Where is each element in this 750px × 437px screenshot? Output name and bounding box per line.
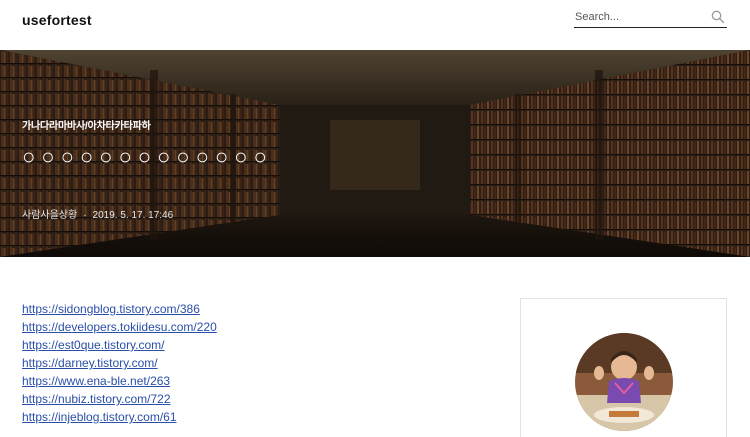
post-link[interactable]: https://developers.tokiidesu.com/220	[22, 320, 217, 334]
post-title: ○○○○○○○○○○○○○	[22, 144, 273, 169]
blog-title[interactable]: usefortest	[22, 12, 92, 28]
list-item: https://nubiz.tistory.com/722	[22, 390, 217, 408]
post-link-list: https://sidongblog.tistory.com/386 https…	[22, 300, 217, 426]
profile-photo-image	[575, 333, 673, 431]
list-item: https://est0que.tistory.com/	[22, 336, 217, 354]
site-header: usefortest	[0, 0, 750, 50]
post-meta: 사람사을상황 · 2019. 5. 17. 17:46	[22, 206, 173, 221]
list-item: https://injeblog.tistory.com/61	[22, 408, 217, 426]
post-link[interactable]: https://www.ena-ble.net/263	[22, 374, 170, 388]
post-link[interactable]: https://nubiz.tistory.com/722	[22, 392, 171, 406]
search-input[interactable]	[574, 8, 704, 26]
list-item: https://developers.tokiidesu.com/220	[22, 318, 217, 336]
list-item: https://darney.tistory.com/	[22, 354, 217, 372]
search-icon[interactable]	[711, 10, 725, 24]
search-box	[574, 8, 727, 28]
sidebar-profile-box	[520, 298, 727, 437]
post-link[interactable]: https://sidongblog.tistory.com/386	[22, 302, 200, 316]
meta-separator: ·	[83, 210, 87, 221]
post-author: 사람사을상황	[22, 210, 78, 221]
post-link[interactable]: https://darney.tistory.com/	[22, 356, 158, 370]
post-date: 2019. 5. 17. 17:46	[92, 210, 174, 221]
post-hero: 가나다라마바사/아차타카타파하 ○○○○○○○○○○○○○ 사람사을상황 · 201…	[0, 50, 750, 257]
list-item: https://sidongblog.tistory.com/386	[22, 300, 217, 318]
post-link[interactable]: https://injeblog.tistory.com/61	[22, 410, 177, 424]
post-link[interactable]: https://est0que.tistory.com/	[22, 338, 165, 352]
list-item: https://www.ena-ble.net/263	[22, 372, 217, 390]
avatar[interactable]	[575, 333, 673, 431]
post-category[interactable]: 가나다라마바사/아차타카타파하	[22, 117, 151, 132]
